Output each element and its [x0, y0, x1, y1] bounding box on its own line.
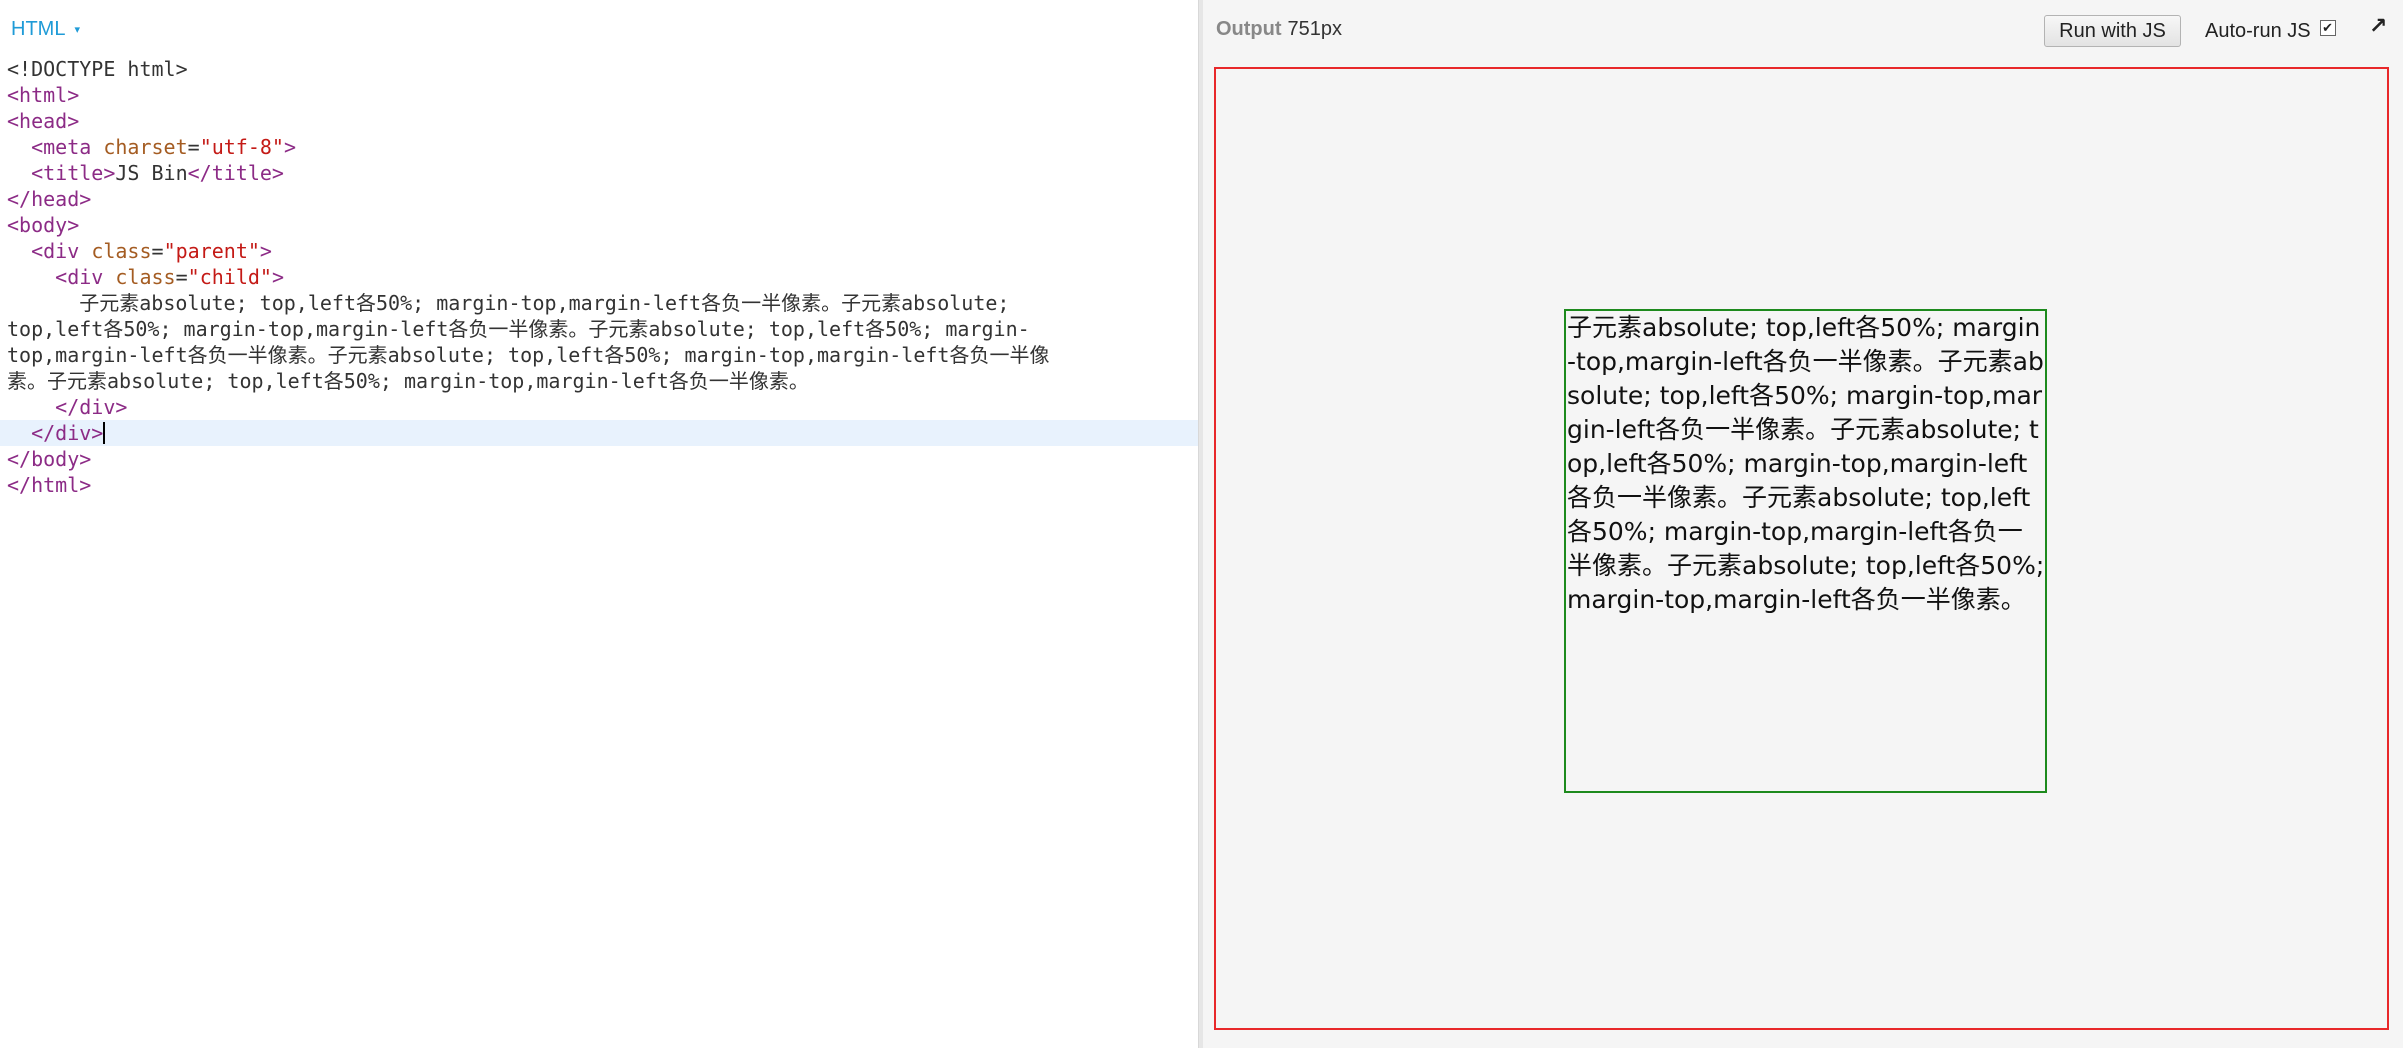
code-token: <!DOCTYPE html> [7, 57, 188, 81]
code-token: </div> [31, 421, 104, 445]
chevron-down-icon[interactable]: ▾ [74, 23, 80, 36]
code-token: <head> [7, 109, 80, 133]
code-token: class [91, 239, 152, 263]
autorun-checkbox[interactable]: ✔ [2319, 19, 2336, 36]
autorun-toggle[interactable]: Auto-run JS ✔ [2205, 19, 2336, 43]
code-token: "utf-8" [199, 135, 284, 159]
code-token: "parent" [163, 239, 260, 263]
parent-box: 子元素absolute; top,left各50%; margin-top,ma… [1214, 67, 2389, 1030]
code-line[interactable]: <div class="parent"> [7, 238, 1198, 264]
code-token: JS Bin [115, 161, 188, 185]
code-token: charset [103, 135, 188, 159]
autorun-label: Auto-run JS [2205, 20, 2311, 42]
code-line[interactable]: <div class="child"> [7, 264, 1198, 290]
code-line[interactable]: top,left各50%; margin-top,margin-left各负一半… [7, 316, 1198, 342]
code-token: </html> [7, 473, 92, 497]
code-line[interactable]: <meta charset="utf-8"> [7, 134, 1198, 160]
run-with-js-button[interactable]: Run with JS [2044, 15, 2181, 47]
code-token: 子元素absolute; top,left各50%; margin-top,ma… [79, 291, 1010, 315]
code-token: = [151, 239, 164, 263]
code-line[interactable]: <!DOCTYPE html> [7, 56, 1198, 82]
html-editor-pane[interactable]: HTML ▾ <!DOCTYPE html> <html> <head> <meta… [0, 0, 1198, 1048]
code-token: > [259, 239, 272, 263]
code-token: class [115, 265, 176, 289]
code-line[interactable]: 素。子元素absolute; top,left各50%; margin-top,… [7, 368, 1198, 394]
output-width: 751px [1287, 18, 1343, 40]
code-token: = [187, 135, 200, 159]
code-line[interactable]: </head> [7, 186, 1198, 212]
code-token: </head> [7, 187, 92, 211]
code-token: </title> [187, 161, 284, 185]
code-token: <title> [31, 161, 116, 185]
code-line[interactable]: <html> [7, 82, 1198, 108]
code-token: <html> [7, 83, 80, 107]
code-token: <body> [7, 213, 80, 237]
html-tab-label[interactable]: HTML [11, 18, 65, 41]
code-line[interactable]: </div> [0, 420, 1198, 446]
code-line[interactable]: 子元素absolute; top,left各50%; margin-top,ma… [7, 290, 1198, 316]
code-token: "child" [187, 265, 272, 289]
code-line[interactable]: <head> [7, 108, 1198, 134]
code-editor[interactable]: <!DOCTYPE html> <html> <head> <meta charse… [0, 56, 1198, 498]
code-token: top,left各50%; margin-top,margin-left各负一半… [7, 317, 1030, 341]
html-panel-tab[interactable]: HTML ▾ [11, 18, 80, 41]
code-token: <div [55, 265, 116, 289]
code-token: top,margin-left各负一半像素。子元素absolute; top,l… [7, 343, 1050, 367]
text-cursor [103, 422, 106, 444]
output-pane: Output 751px Run with JS Auto-run JS ✔ ↗ … [1203, 0, 2403, 1048]
code-line[interactable]: </body> [7, 446, 1198, 472]
code-token: </div> [55, 395, 128, 419]
output-label: Output [1216, 18, 1282, 40]
code-line[interactable]: </html> [7, 472, 1198, 498]
code-line[interactable]: </div> [7, 394, 1198, 420]
popout-icon[interactable]: ↗ [2369, 14, 2387, 39]
code-token: > [271, 265, 284, 289]
code-token: > [283, 135, 297, 159]
code-token: = [175, 265, 188, 289]
code-line[interactable]: top,margin-left各负一半像素。子元素absolute; top,l… [7, 342, 1198, 368]
output-header: Output 751px [1216, 18, 1342, 41]
code-token: <meta [31, 135, 104, 159]
code-token: 素。子元素absolute; top,left各50%; margin-top,… [7, 369, 809, 393]
code-token: </body> [7, 447, 92, 471]
child-box: 子元素absolute; top,left各50%; margin-top,ma… [1564, 309, 2047, 793]
code-token: <div [31, 239, 92, 263]
code-line[interactable]: <title>JS Bin</title> [7, 160, 1198, 186]
code-line[interactable]: <body> [7, 212, 1198, 238]
